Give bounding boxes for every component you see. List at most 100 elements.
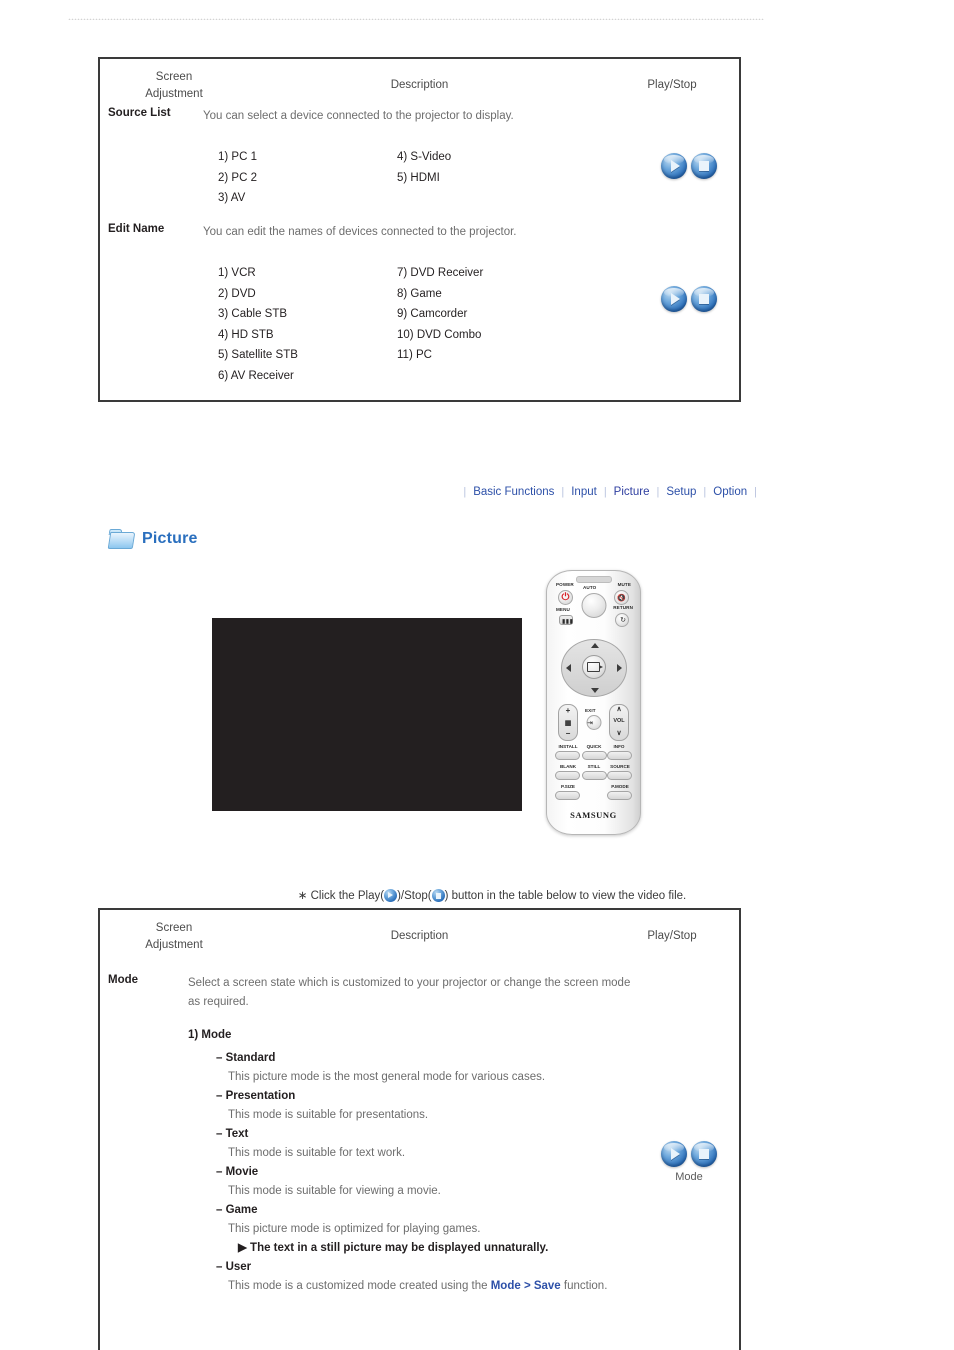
list-item: 5) Satellite STB	[218, 349, 298, 361]
exit-icon: ⇥	[587, 720, 593, 727]
nav-link-input[interactable]: Input	[571, 486, 597, 498]
menu-icon: ▮▮▮	[562, 619, 574, 625]
table-row: Source List You can select a device conn…	[100, 105, 739, 221]
arrow-left-icon[interactable]	[565, 664, 571, 672]
arrow-up-icon[interactable]	[590, 643, 599, 648]
header-play-stop: Play/Stop	[647, 79, 697, 91]
nav-separator: |	[703, 486, 707, 498]
list-item: 3) Cable STB	[218, 308, 288, 320]
play-icon	[661, 1141, 687, 1167]
auto-button[interactable]	[581, 593, 606, 618]
mode-save-link[interactable]: Mode > Save	[491, 1280, 561, 1292]
chevron-up-icon: ∧	[616, 706, 622, 713]
nav-separator: |	[561, 486, 565, 498]
keystone-icon: ▦	[564, 720, 572, 727]
install-button[interactable]	[555, 751, 580, 760]
mode-name: – Movie	[216, 1166, 259, 1178]
stop-button[interactable]	[691, 153, 717, 179]
play-icon	[661, 286, 687, 312]
quick-button[interactable]	[582, 751, 607, 760]
mode-description: This mode is suitable for presentations.	[228, 1109, 429, 1121]
mode-entry-presentation: – Presentation This mode is suitable for…	[188, 1087, 708, 1125]
volume-rocker[interactable]: ∧ VOL ∨	[609, 704, 629, 741]
mode-entry-standard: – Standard This picture mode is the most…	[188, 1049, 708, 1087]
picture-table: Screen Adjustment Description Play/Stop …	[98, 908, 741, 1350]
list-item: 7) DVD Receiver	[397, 267, 484, 279]
remote-label-pmode: P.MODE	[611, 784, 629, 789]
still-button[interactable]	[582, 771, 607, 780]
remote-label-mute: MUTE	[617, 582, 631, 587]
psize-button[interactable]	[555, 791, 580, 800]
source-list-right-column: 4) S-Video 5) HDMI	[397, 147, 451, 188]
remote-label-psize: P.SIZE	[561, 784, 575, 789]
nav-link-option[interactable]: Option	[713, 486, 747, 498]
input-table: Screen Adjustment Description Play/Stop …	[98, 57, 741, 402]
playstop-group-mode: Mode	[661, 1141, 717, 1183]
remote-label-install: INSTALL	[558, 744, 578, 749]
remote-label-source: SOURCE	[610, 764, 630, 769]
mode-description: This mode is a customized mode created u…	[216, 1277, 708, 1296]
nav-separator: |	[463, 486, 467, 498]
arrow-right-icon[interactable]	[616, 664, 622, 672]
source-list-left-column: 1) PC 1 2) PC 2 3) AV	[218, 147, 257, 209]
play-button[interactable]	[661, 286, 687, 312]
nav-link-setup[interactable]: Setup	[666, 486, 696, 498]
edit-name-right-column: 7) DVD Receiver 8) Game 9) Camcorder 10)…	[397, 263, 483, 366]
dpad[interactable]	[560, 639, 627, 697]
list-item: 10) DVD Combo	[397, 328, 482, 341]
mode-entry-movie: – Movie This mode is suitable for viewin…	[188, 1163, 708, 1201]
ir-window	[575, 576, 612, 583]
video-instruction-note: ∗ Click the Play( )/Stop( ) button in the …	[0, 888, 954, 902]
source-button[interactable]	[607, 771, 632, 780]
info-button[interactable]	[607, 751, 632, 760]
nav-link-picture[interactable]: Picture	[614, 486, 650, 498]
stop-button-inline[interactable]	[431, 889, 445, 902]
remote-label-menu: MENU	[556, 607, 570, 612]
pmode-button[interactable]	[607, 791, 632, 800]
note-prefix: ∗ Click the Play(	[297, 890, 385, 902]
list-item: 2) PC 2	[218, 171, 257, 184]
stop-icon	[691, 286, 717, 312]
mode-desc-pre: This mode is a customized mode created u…	[228, 1280, 491, 1292]
header-play-stop: Play/Stop	[647, 930, 697, 942]
remote-label-info: INFO	[613, 744, 625, 749]
play-button[interactable]	[661, 153, 687, 179]
playstop-group-edit-name	[661, 286, 717, 312]
input-table-header: Screen Adjustment Description Play/Stop	[100, 59, 739, 105]
remote-control-image: POWER ⏻ AUTO MUTE 🔇 MENU ▮▮▮ RETURN ↻ + …	[546, 570, 641, 835]
stop-icon	[691, 1141, 717, 1167]
section-nav-links: | Basic Functions | Input | Picture | Se…	[456, 486, 764, 498]
nav-link-basic-functions[interactable]: Basic Functions	[473, 486, 554, 498]
folder-icon	[107, 528, 136, 549]
playstop-caption: Mode	[675, 1171, 703, 1183]
list-item: 6) AV Receiver	[218, 369, 294, 382]
keystone-rocker[interactable]: + ▦ −	[558, 704, 578, 741]
play-button[interactable]	[661, 1141, 687, 1167]
remote-label-vol: VOL	[613, 718, 625, 724]
remote-label-return: RETURN	[613, 605, 633, 610]
note-suffix: ) button in the table below to view the …	[444, 890, 687, 902]
mode-name: – Standard	[216, 1052, 276, 1064]
arrow-down-icon[interactable]	[590, 688, 599, 693]
play-button-inline[interactable]	[384, 889, 398, 902]
brand-logo: SAMSUNG	[570, 810, 617, 820]
list-item: 4) S-Video	[397, 151, 452, 163]
row-description-mode: Select a screen state which is customize…	[188, 974, 708, 1012]
blank-button[interactable]	[555, 771, 580, 780]
stop-button[interactable]	[691, 286, 717, 312]
list-item: 2) DVD	[218, 287, 256, 300]
section-heading: Picture	[107, 528, 198, 549]
remote-label-auto: AUTO	[583, 585, 597, 590]
list-item: 11) PC	[397, 349, 432, 361]
remote-label-blank: BLANK	[559, 764, 577, 769]
stop-button[interactable]	[691, 1141, 717, 1167]
note-middle: )/Stop(	[397, 890, 432, 902]
mode-name: – Text	[216, 1128, 249, 1140]
nav-separator: |	[656, 486, 660, 498]
mode-list: 1) Mode – Standard This picture mode is …	[188, 1026, 708, 1296]
enter-button[interactable]	[581, 655, 606, 679]
video-player-area[interactable]	[212, 618, 522, 811]
list-item: 8) Game	[397, 287, 442, 300]
mode-name: – Presentation	[216, 1090, 296, 1102]
list-item: 5) HDMI	[397, 171, 440, 184]
